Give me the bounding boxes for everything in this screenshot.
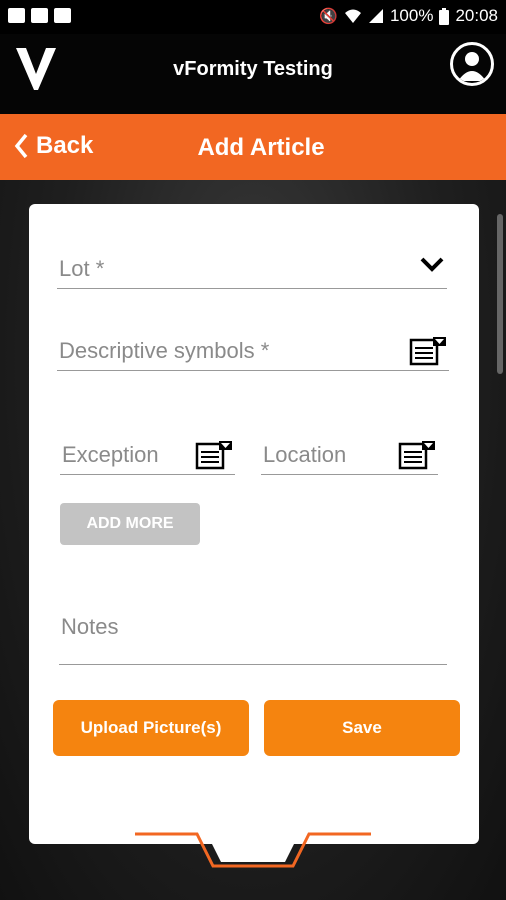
battery-percent: 100% bbox=[389, 6, 434, 25]
save-button[interactable]: Save bbox=[264, 700, 460, 756]
scrollbar[interactable] bbox=[497, 214, 503, 374]
mail-notification-icon bbox=[54, 8, 71, 23]
exception-label: Exception bbox=[62, 442, 159, 467]
notification-icons bbox=[8, 8, 71, 23]
add-more-button[interactable]: ADD MORE bbox=[60, 503, 200, 545]
add-article-form: Lot * Descriptive symbols * Exception Lo… bbox=[29, 204, 479, 844]
navigation-bar: Back Add Article bbox=[0, 114, 506, 180]
lot-label: Lot * bbox=[59, 256, 105, 281]
app-title: vFormity Testing bbox=[173, 58, 333, 80]
location-field[interactable]: Location bbox=[261, 430, 438, 475]
bottom-decoration bbox=[135, 832, 371, 868]
signal-icon bbox=[368, 9, 383, 23]
page-title: Add Article bbox=[197, 134, 325, 161]
user-icon bbox=[458, 52, 486, 81]
notes-field[interactable]: Notes bbox=[59, 604, 447, 665]
location-label: Location bbox=[263, 442, 347, 467]
mute-icon: 🔇 bbox=[319, 8, 338, 25]
clock: 20:08 bbox=[455, 6, 498, 25]
wifi-icon bbox=[344, 9, 361, 23]
upload-pictures-button[interactable]: Upload Picture(s) bbox=[53, 700, 249, 756]
status-bar: 🔇 100% 20:08 bbox=[0, 0, 506, 34]
chevron-down-icon[interactable] bbox=[419, 256, 445, 274]
exception-field[interactable]: Exception bbox=[60, 430, 235, 475]
notes-label: Notes bbox=[61, 614, 119, 639]
flipboard-notification-icon bbox=[31, 8, 48, 23]
status-indicators: 🔇 100% 20:08 bbox=[319, 6, 498, 26]
image-notification-icon bbox=[8, 8, 25, 23]
descriptive-symbols-field[interactable]: Descriptive symbols * bbox=[57, 324, 449, 371]
lot-select[interactable]: Lot * bbox=[57, 242, 447, 289]
profile-avatar-button[interactable] bbox=[450, 42, 494, 86]
list-picker-icon[interactable] bbox=[195, 440, 233, 470]
battery-icon bbox=[439, 7, 450, 25]
descriptive-symbols-label: Descriptive symbols * bbox=[59, 338, 270, 363]
list-picker-icon[interactable] bbox=[398, 440, 436, 470]
app-bar: vFormity Testing bbox=[0, 34, 506, 114]
list-picker-icon[interactable] bbox=[409, 336, 447, 366]
